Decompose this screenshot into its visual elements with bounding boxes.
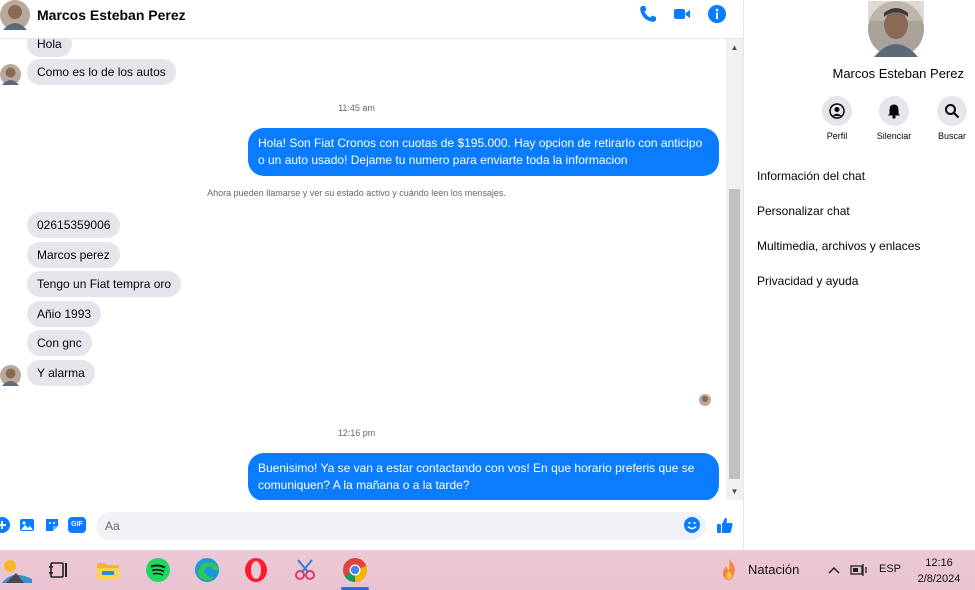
message-outgoing[interactable]: Buenisimo! Ya se van a estar contactando… bbox=[248, 453, 719, 500]
weather-widget-icon[interactable] bbox=[2, 557, 32, 583]
clock-time: 12:16 bbox=[925, 557, 953, 569]
chat-scrollbar[interactable]: ▲ ▼ bbox=[726, 39, 743, 500]
message-composer: GIF bbox=[0, 506, 743, 546]
profile-label: Perfil bbox=[826, 131, 848, 141]
messenger-window: Marcos Esteban Perez Hola Como es lo de … bbox=[0, 0, 975, 550]
mute-label: Silenciar bbox=[876, 131, 912, 141]
message-input[interactable] bbox=[96, 512, 706, 540]
gif-icon[interactable]: GIF bbox=[68, 517, 86, 533]
message-incoming[interactable]: Como es lo de los autos bbox=[27, 59, 176, 85]
contact-avatar-large[interactable] bbox=[868, 1, 924, 57]
scroll-up-icon[interactable]: ▲ bbox=[730, 43, 739, 52]
emoji-icon[interactable] bbox=[684, 517, 700, 533]
bell-icon bbox=[888, 104, 900, 119]
contact-avatar[interactable] bbox=[0, 0, 30, 30]
info-icon[interactable] bbox=[707, 4, 727, 24]
menu-customize-chat[interactable]: Personalizar chat bbox=[757, 204, 850, 218]
thumbs-up-icon[interactable] bbox=[716, 516, 734, 534]
message-incoming[interactable]: 02615359006 bbox=[27, 212, 121, 238]
scrollbar-thumb[interactable] bbox=[729, 189, 740, 479]
contact-name[interactable]: Marcos Esteban Perez bbox=[37, 7, 186, 23]
panel-contact-name: Marcos Esteban Perez bbox=[832, 66, 964, 81]
profile-icon bbox=[829, 103, 845, 119]
timestamp: 12:16 pm bbox=[337, 428, 376, 438]
weather-flame-icon[interactable] bbox=[719, 558, 739, 582]
menu-media-files-links[interactable]: Multimedia, archivos y enlaces bbox=[757, 239, 920, 253]
mute-action[interactable]: Silenciar bbox=[864, 96, 924, 141]
system-message: Ahora pueden llamarse y ver su estado ac… bbox=[207, 188, 506, 198]
message-incoming[interactable]: Hola bbox=[27, 39, 72, 57]
timestamp: 11:45 am bbox=[338, 103, 375, 113]
weather-text[interactable]: Natación bbox=[748, 562, 799, 577]
file-explorer-icon[interactable] bbox=[95, 557, 121, 583]
contact-avatar-small bbox=[0, 64, 21, 85]
message-incoming[interactable]: Tengo un Fiat tempra oro bbox=[27, 271, 182, 297]
image-icon[interactable] bbox=[19, 517, 35, 533]
menu-privacy-help[interactable]: Privacidad y ayuda bbox=[757, 274, 858, 288]
edge-icon[interactable] bbox=[194, 557, 220, 583]
chrome-icon[interactable] bbox=[342, 557, 368, 583]
chat-header: Marcos Esteban Perez bbox=[0, 0, 743, 39]
profile-action[interactable]: Perfil bbox=[807, 96, 867, 141]
message-outgoing[interactable]: Hola! Son Fiat Cronos con cuotas de $195… bbox=[248, 128, 719, 176]
message-incoming[interactable]: Marcos perez bbox=[27, 242, 120, 268]
chevron-up-icon[interactable] bbox=[827, 564, 841, 576]
message-incoming[interactable]: Añio 1993 bbox=[27, 301, 102, 327]
system-clock[interactable]: 12:16 2/8/2024 bbox=[915, 555, 963, 587]
message-incoming[interactable]: Con gnc bbox=[27, 330, 92, 356]
read-receipt-avatar bbox=[699, 394, 711, 406]
search-icon bbox=[945, 104, 960, 119]
language-indicator[interactable]: ESP bbox=[879, 563, 901, 575]
search-label: Buscar bbox=[937, 131, 966, 141]
sticker-icon[interactable] bbox=[44, 517, 60, 533]
clock-date: 2/8/2024 bbox=[917, 573, 961, 585]
plus-icon[interactable] bbox=[0, 517, 10, 533]
menu-chat-info[interactable]: Información del chat bbox=[757, 169, 865, 183]
video-icon[interactable] bbox=[672, 4, 692, 24]
search-action[interactable]: Buscar bbox=[922, 96, 975, 141]
message-list[interactable]: Hola Como es lo de los autos 11:45 am Ho… bbox=[0, 39, 743, 500]
task-view-icon[interactable] bbox=[46, 557, 72, 583]
contact-avatar-small bbox=[0, 365, 21, 386]
windows-taskbar: Natación ESP 12:16 2/8/2024 bbox=[0, 550, 975, 590]
chat-info-panel: Marcos Esteban Perez Perfil Silenciar Bu… bbox=[743, 0, 975, 550]
scroll-down-icon[interactable]: ▼ bbox=[730, 487, 739, 496]
battery-network-icon[interactable] bbox=[850, 562, 868, 578]
snipping-tool-icon[interactable] bbox=[292, 557, 318, 583]
opera-icon[interactable] bbox=[243, 557, 269, 583]
phone-icon[interactable] bbox=[638, 4, 658, 24]
spotify-icon[interactable] bbox=[145, 557, 171, 583]
message-incoming[interactable]: Y alarma bbox=[27, 360, 95, 386]
